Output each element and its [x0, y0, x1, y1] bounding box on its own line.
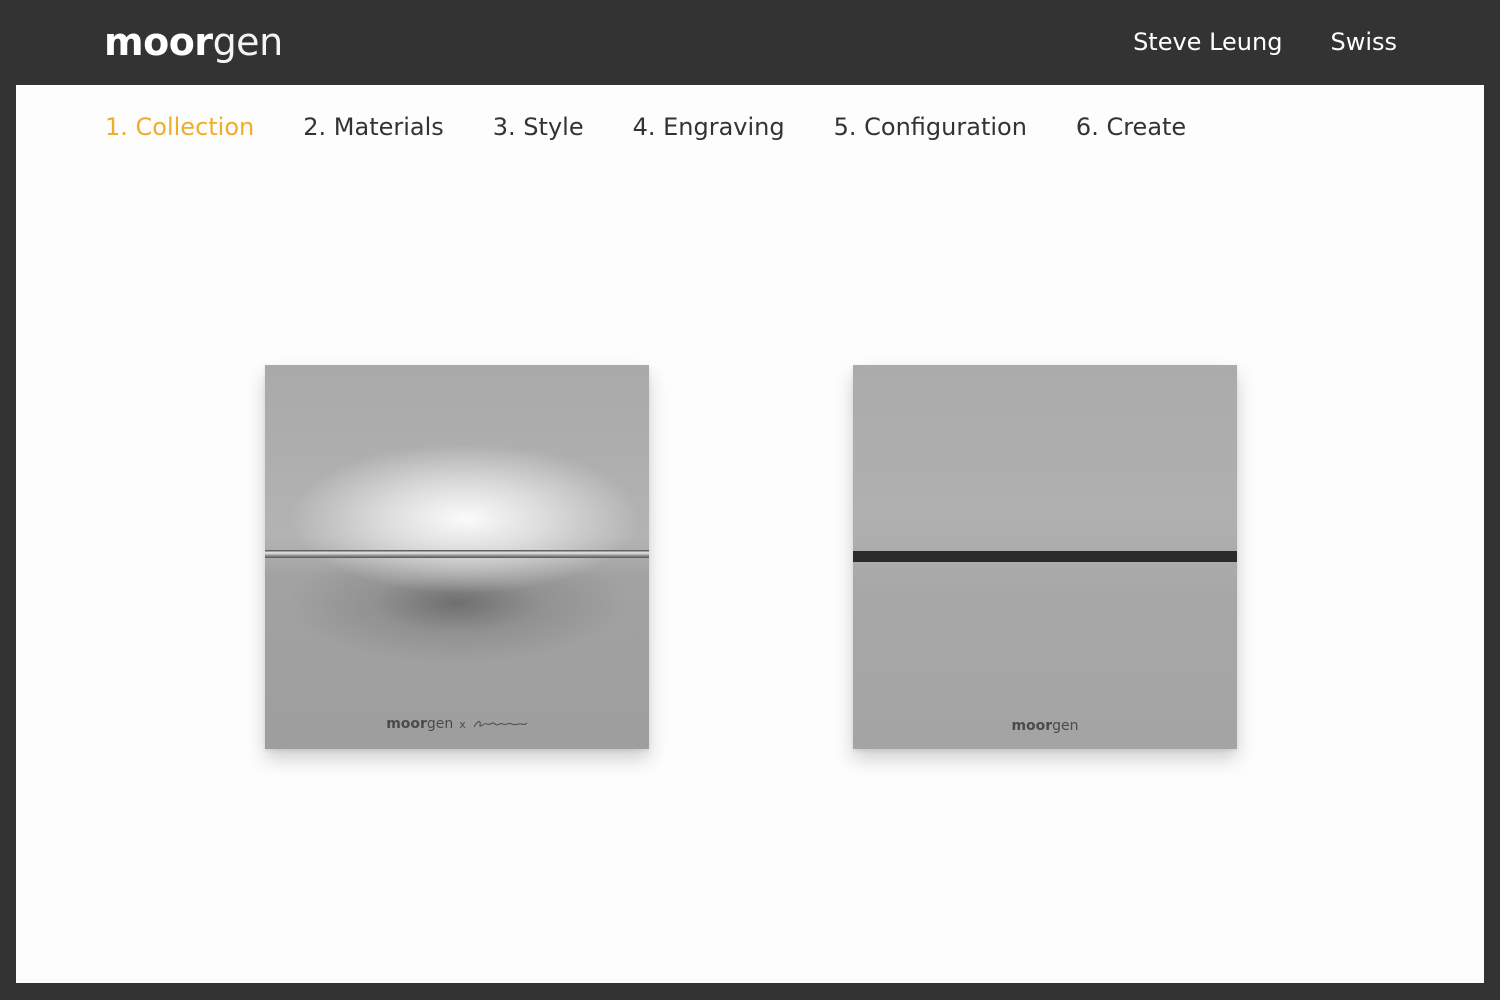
collection-card-steve-leung[interactable]: moorgen x: [265, 365, 649, 749]
panel-brand-mark: moorgen: [1011, 718, 1079, 734]
step-create[interactable]: 6. Create: [1076, 111, 1186, 143]
top-header: moor gen Steve Leung Swiss: [0, 0, 1500, 85]
signature-mark: [473, 721, 528, 728]
step-collection[interactable]: 1. Collection: [105, 111, 254, 143]
step-configuration[interactable]: 5. Configuration: [834, 111, 1027, 143]
step-materials[interactable]: 2. Materials: [303, 111, 444, 143]
user-name-link[interactable]: Steve Leung: [1133, 26, 1282, 58]
panel-brand-mark: moorgen x: [265, 716, 649, 732]
panel-divider-black: [853, 551, 1237, 562]
panel-divider-silver: [265, 550, 649, 558]
step-style[interactable]: 3. Style: [493, 111, 584, 143]
header-nav: Steve Leung Swiss: [1133, 26, 1397, 58]
main-content: 1. Collection 2. Materials 3. Style 4. E…: [16, 85, 1484, 983]
step-navigation: 1. Collection 2. Materials 3. Style 4. E…: [105, 111, 1186, 143]
step-engraving[interactable]: 4. Engraving: [633, 111, 785, 143]
logo-text-light: gen: [212, 20, 284, 64]
logo-text-bold: moor: [104, 20, 213, 64]
language-link[interactable]: Swiss: [1330, 26, 1397, 58]
moorgen-logo[interactable]: moor gen: [104, 22, 283, 68]
page: moor gen Steve Leung Swiss 1. Collection …: [0, 0, 1500, 1000]
collection-card-classic[interactable]: moorgen: [853, 365, 1237, 749]
